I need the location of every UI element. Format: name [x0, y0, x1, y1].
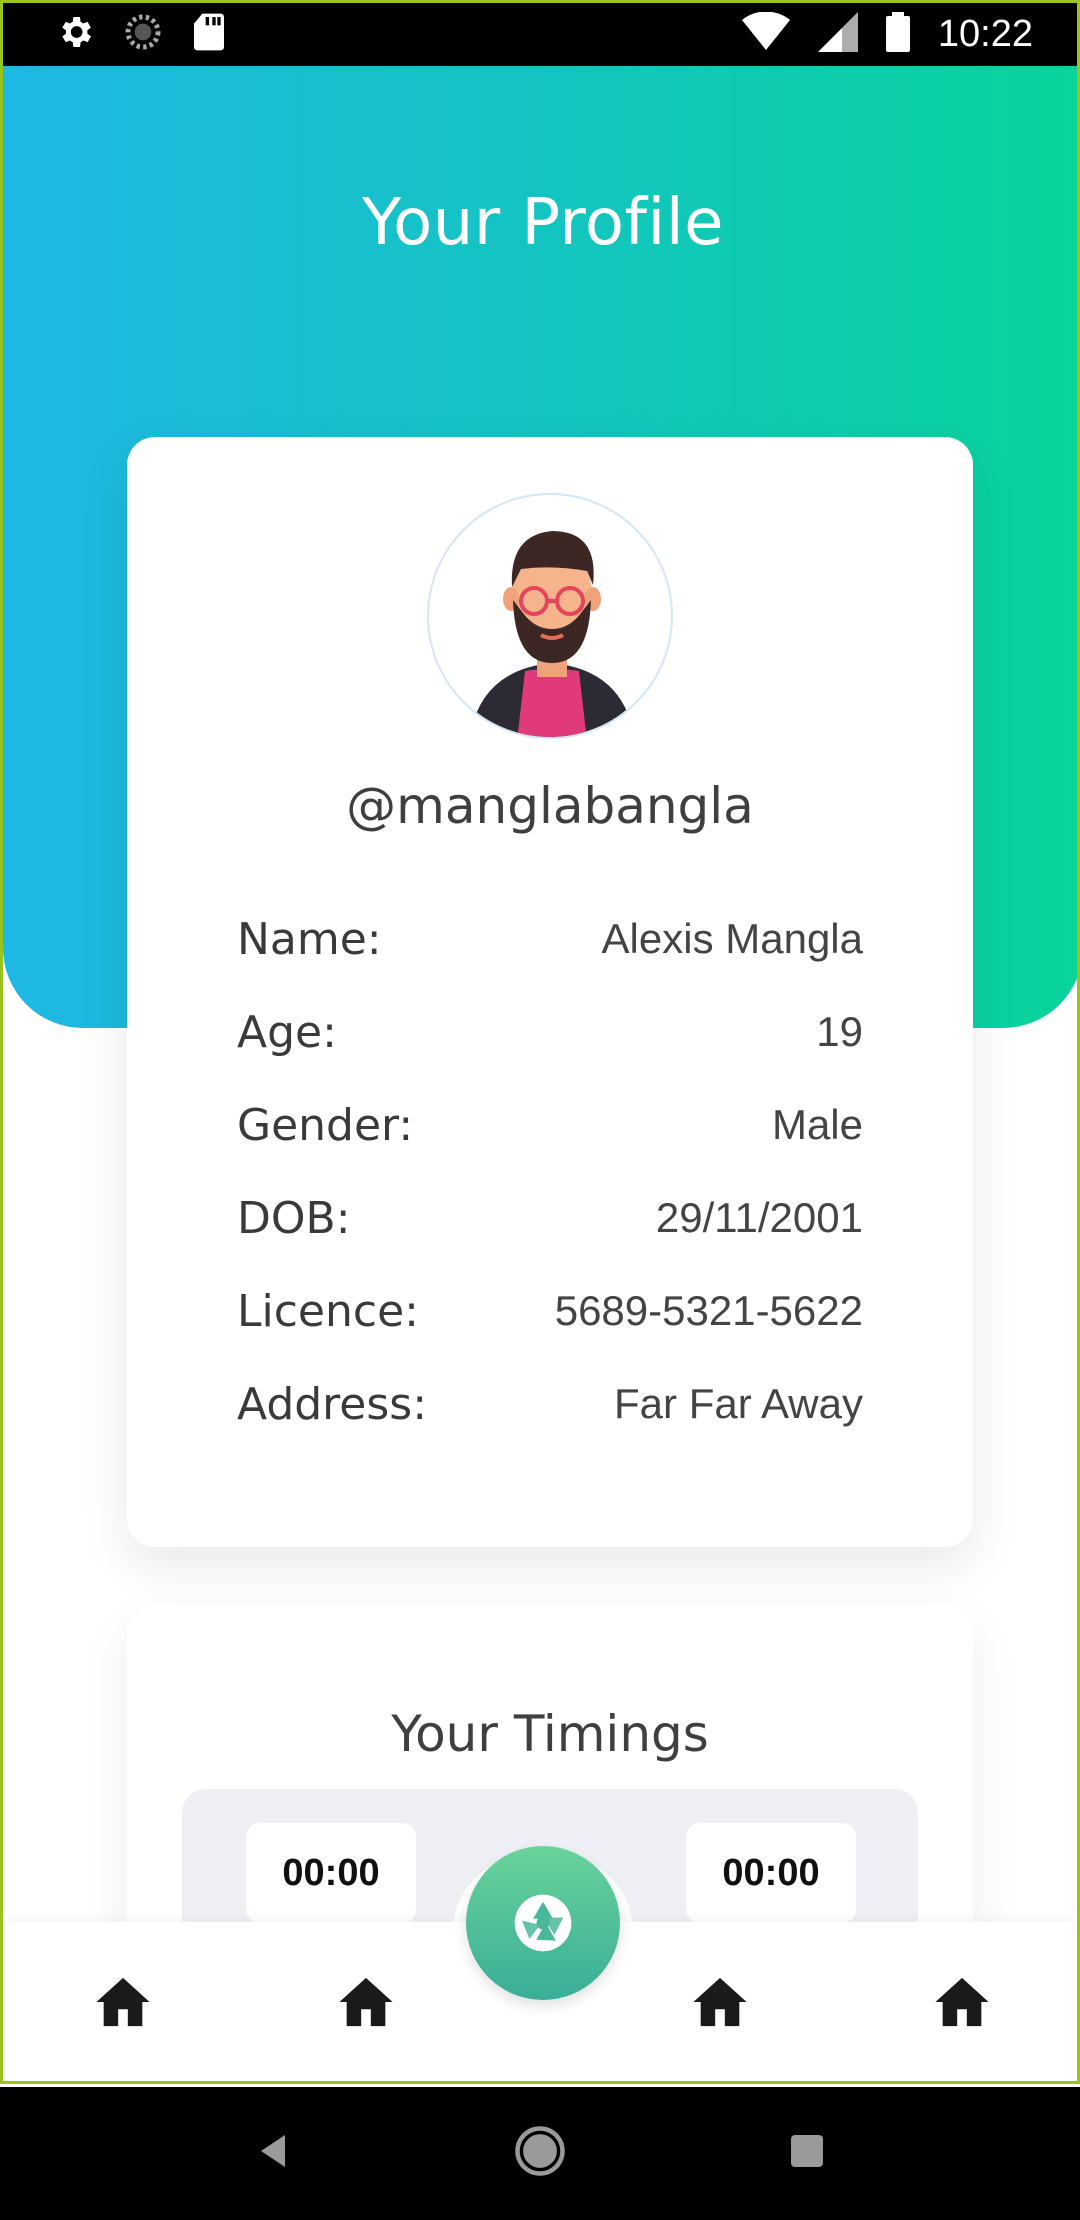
info-label: Gender: [237, 1099, 414, 1151]
info-value: Alexis Mangla [601, 915, 863, 962]
sd-card-icon [191, 12, 227, 57]
info-value: Far Far Away [614, 1380, 863, 1427]
home-icon [935, 1977, 989, 2027]
nav-home-button-3[interactable] [690, 1972, 750, 2032]
avatar-illustration [469, 531, 635, 737]
home-icon [339, 1977, 393, 2027]
avatar[interactable] [427, 493, 673, 739]
page-title: Your Profile [362, 186, 724, 260]
back-icon[interactable] [253, 2131, 293, 2176]
info-row-age: Age: 19 [237, 1002, 863, 1062]
home-circle-icon[interactable] [513, 2124, 567, 2183]
info-row-dob: DOB: 29/11/2001 [237, 1188, 863, 1248]
info-row-licence: Licence: 5689-5321-5622 [237, 1281, 863, 1341]
nav-home-button-4[interactable] [932, 1972, 992, 2032]
loading-icon [123, 12, 163, 57]
info-value: 5689-5321-5622 [554, 1287, 863, 1334]
start-time-display: 00:00 [246, 1823, 416, 1923]
username: @manglabangla [346, 777, 754, 835]
nav-home-button-1[interactable] [93, 1972, 153, 2032]
info-label: Name: [237, 913, 382, 965]
info-row-address: Address: Far Far Away [237, 1374, 863, 1434]
info-value: 29/11/2001 [655, 1194, 863, 1241]
camera-shutter-icon [514, 1894, 572, 1952]
info-label: Age: [237, 1006, 337, 1058]
end-time-display: 00:00 [686, 1823, 856, 1923]
signal-icon [817, 12, 858, 57]
info-label: DOB: [237, 1192, 351, 1244]
status-time: 10:22 [937, 13, 1033, 55]
info-label: Address: [237, 1378, 428, 1430]
app-screen: Your Profile @manglabangla Name: Alexis … [0, 66, 1080, 2084]
status-bar: 10:22 [0, 0, 1080, 66]
gear-icon [55, 12, 95, 57]
battery-icon [885, 12, 910, 57]
info-value: 19 [816, 1008, 863, 1055]
info-row-name: Name: Alexis Mangla [237, 909, 863, 969]
home-icon [693, 1977, 747, 2027]
timings-title: Your Timings [391, 1705, 709, 1763]
info-label: Licence: [237, 1285, 419, 1337]
system-navigation-bar [0, 2087, 1080, 2220]
camera-fab-button[interactable] [466, 1846, 620, 2000]
recents-icon[interactable] [787, 2131, 827, 2176]
wifi-icon [741, 11, 790, 57]
home-icon [96, 1977, 150, 2027]
info-row-gender: Gender: Male [237, 1095, 863, 1155]
profile-card: @manglabangla Name: Alexis Mangla Age: 1… [127, 437, 973, 1547]
info-value: Male [771, 1101, 863, 1148]
nav-home-button-2[interactable] [336, 1972, 396, 2032]
